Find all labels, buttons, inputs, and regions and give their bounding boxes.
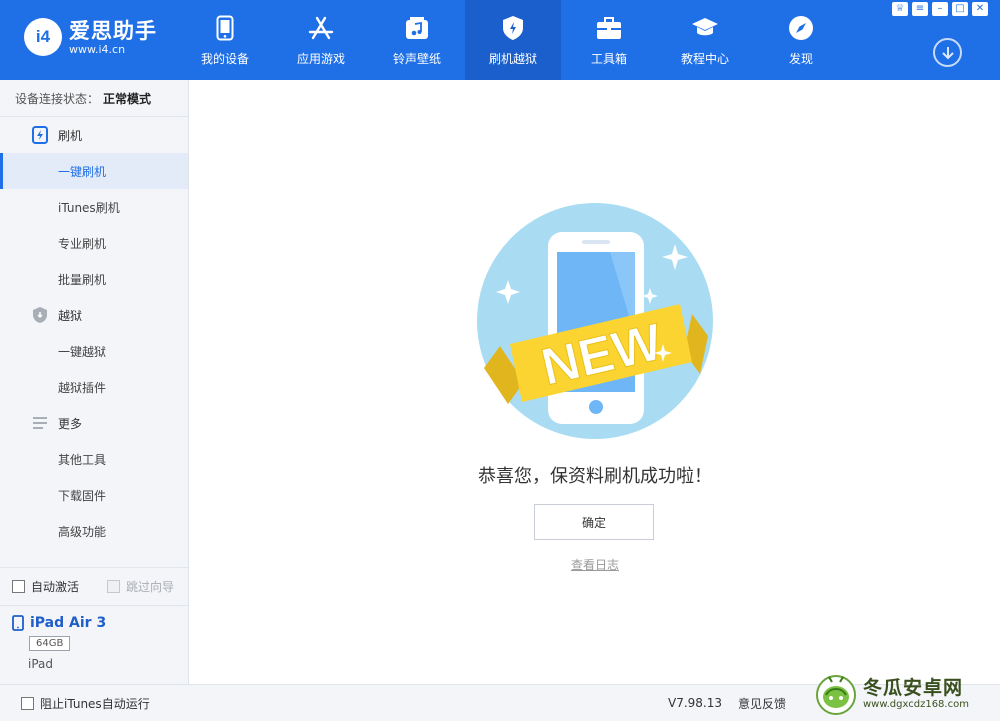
connection-status: 设备连接状态： 正常模式	[0, 80, 188, 117]
nav-my-device[interactable]: 我的设备	[177, 0, 273, 80]
nav-discover[interactable]: 发现	[753, 0, 849, 80]
view-log-link[interactable]: 查看日志	[190, 556, 1000, 573]
app-url: www.i4.cn	[69, 42, 126, 56]
watermark-title: 冬瓜安卓网	[863, 676, 964, 699]
sidebar-item-download-firmware[interactable]: 下载固件	[0, 477, 188, 513]
window-controls: ♕ ≡ – □ ✕	[892, 2, 988, 16]
sidebar-group-jailbreak[interactable]: 越狱	[0, 297, 188, 333]
minimize-button[interactable]: –	[932, 2, 948, 16]
version-label: V7.98.13	[668, 696, 723, 710]
close-button[interactable]: ✕	[972, 2, 988, 16]
compass-icon	[787, 14, 815, 42]
block-itunes-label: 阻止iTunes自动运行	[40, 696, 150, 711]
skin-button[interactable]: ♕	[892, 2, 908, 16]
sidebar-item-jailbreak-plugins[interactable]: 越狱插件	[0, 369, 188, 405]
nav-ringtones-wallpapers[interactable]: 铃声壁纸	[369, 0, 465, 80]
device-card[interactable]: iPad Air 3 64GB iPad	[0, 605, 188, 684]
watermark-logo-icon	[816, 674, 856, 715]
phone-icon	[211, 14, 239, 42]
feedback-link[interactable]: 意见反馈	[738, 695, 786, 712]
block-itunes-checkbox[interactable]	[21, 696, 34, 710]
sidebar: 设备连接状态： 正常模式 刷机 一键刷机 iTunes刷机 专业刷机 批量刷机 越…	[0, 80, 189, 684]
sidebar-group-more[interactable]: 更多	[0, 405, 188, 441]
logo-badge: i4	[24, 18, 62, 56]
confirm-button[interactable]: 确定	[534, 504, 654, 540]
nav-flash-jailbreak[interactable]: 刷机越狱	[465, 0, 561, 80]
maximize-button[interactable]: □	[952, 2, 968, 16]
nav-toolbox[interactable]: 工具箱	[561, 0, 657, 80]
sidebar-item-one-click-jailbreak[interactable]: 一键越狱	[0, 333, 188, 369]
device-name: iPad Air 3	[30, 615, 107, 631]
top-bar: i4 爱思助手 www.i4.cn 我的设备 应用游戏 铃声壁纸 刷机越狱 工具…	[0, 0, 1000, 80]
menu-lines-icon	[31, 414, 49, 432]
nav-tutorials[interactable]: 教程中心	[657, 0, 753, 80]
sidebar-item-advanced[interactable]: 高级功能	[0, 513, 188, 549]
music-icon	[403, 14, 431, 42]
watermark-url: www.dgxcdz168.com	[863, 698, 969, 710]
auto-activate-checkbox[interactable]	[12, 580, 25, 593]
sidebar-item-itunes-flash[interactable]: iTunes刷机	[0, 189, 188, 225]
app-title: 爱思助手	[69, 18, 157, 43]
tablet-icon	[12, 615, 24, 631]
main-content: NEW 恭喜您，保资料刷机成功啦！ 确定 查看日志	[190, 80, 1000, 684]
watermark: 冬瓜安卓网 www.dgxcdz168.com	[815, 666, 1000, 721]
success-message: 恭喜您，保资料刷机成功啦！	[478, 466, 712, 487]
sidebar-options: 自动激活 跳过向导	[0, 567, 188, 605]
skip-guide-checkbox[interactable]	[107, 580, 121, 593]
download-button[interactable]	[933, 38, 962, 67]
settings-button[interactable]: ≡	[912, 2, 928, 16]
sidebar-item-pro-flash[interactable]: 专业刷机	[0, 225, 188, 261]
app-store-icon	[307, 14, 335, 42]
graduation-cap-icon	[691, 14, 719, 42]
shield-icon	[31, 306, 49, 324]
status-value: 正常模式	[103, 91, 152, 106]
download-arrow-icon	[941, 46, 954, 59]
sidebar-item-other-tools[interactable]: 其他工具	[0, 441, 188, 477]
sidebar-group-flash[interactable]: 刷机	[0, 117, 188, 153]
sidebar-item-batch-flash[interactable]: 批量刷机	[0, 261, 188, 297]
app-logo: i4 爱思助手 www.i4.cn	[24, 18, 157, 56]
success-illustration: NEW	[477, 203, 713, 439]
flash-icon	[499, 14, 527, 42]
toolbox-icon	[595, 14, 623, 42]
main-nav: 我的设备 应用游戏 铃声壁纸 刷机越狱 工具箱 教程中心 发现	[177, 0, 849, 80]
device-capacity-badge: 64GB	[29, 636, 71, 651]
sidebar-item-one-click-flash[interactable]: 一键刷机	[0, 153, 188, 189]
flash-phone-icon	[31, 126, 49, 144]
device-type: iPad	[28, 657, 54, 671]
nav-apps-games[interactable]: 应用游戏	[273, 0, 369, 80]
